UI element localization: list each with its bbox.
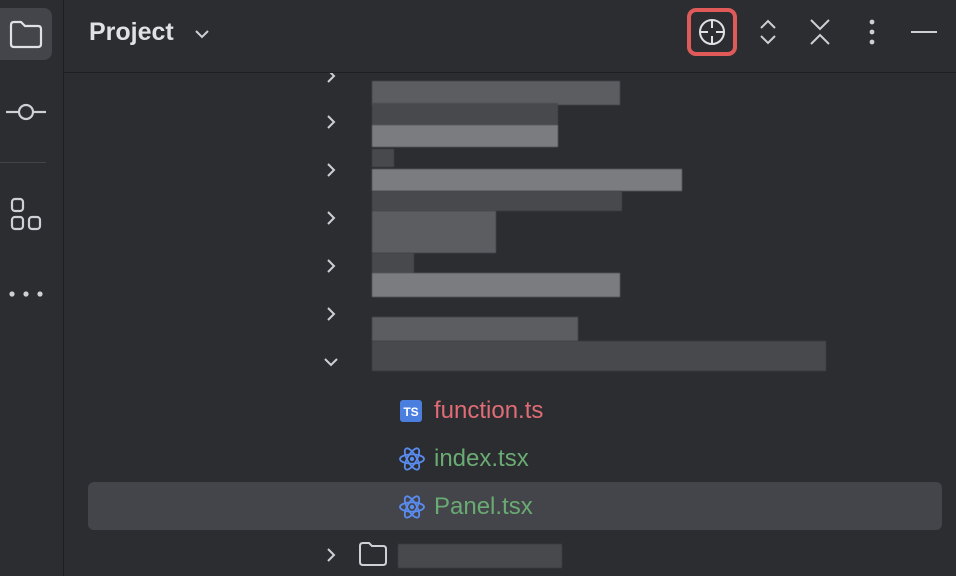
file-name: index.tsx xyxy=(434,445,529,472)
chevron-right-icon[interactable] xyxy=(322,209,340,227)
file-name: function.ts xyxy=(434,397,544,424)
project-header: Project xyxy=(64,0,956,73)
tree-row-file-function[interactable]: TS function.ts xyxy=(64,387,956,435)
more-tool-windows-button[interactable] xyxy=(0,268,52,320)
strip-divider xyxy=(0,162,46,163)
project-tree: TS function.ts index.tsx Panel.tsx xyxy=(64,73,956,576)
project-title[interactable]: Project xyxy=(89,18,174,47)
collapse-all-button[interactable] xyxy=(798,10,842,54)
expand-all-icon xyxy=(760,19,776,45)
structure-icon xyxy=(10,197,42,231)
crosshair-icon xyxy=(699,19,725,45)
expand-all-button[interactable] xyxy=(746,10,790,54)
more-vertical-icon xyxy=(869,19,875,45)
file-name: Panel.tsx xyxy=(434,493,533,520)
locate-file-button[interactable] xyxy=(687,8,737,56)
tree-row-file-panel-selected[interactable]: Panel.tsx xyxy=(88,482,942,530)
chevron-right-icon[interactable] xyxy=(322,113,340,131)
tree-row-file-index[interactable]: index.tsx xyxy=(64,435,956,483)
minimize-icon xyxy=(911,31,937,33)
obscured-content xyxy=(398,544,562,568)
hide-button[interactable] xyxy=(902,10,946,54)
project-tool-button[interactable] xyxy=(0,8,52,60)
typescript-file-icon: TS xyxy=(400,400,422,422)
commit-icon xyxy=(6,103,46,121)
chevron-right-icon[interactable] xyxy=(322,546,340,564)
folder-icon xyxy=(359,542,387,566)
chevron-right-icon[interactable] xyxy=(322,257,340,275)
chevron-down-icon[interactable] xyxy=(192,24,212,44)
more-horizontal-icon xyxy=(9,291,43,297)
chevron-right-icon[interactable] xyxy=(322,161,340,179)
chevron-right-icon[interactable] xyxy=(322,73,340,85)
chevron-down-icon[interactable] xyxy=(322,353,340,371)
tool-window-strip xyxy=(0,0,64,576)
tree-row-folder[interactable] xyxy=(64,531,956,576)
chevron-right-icon[interactable] xyxy=(322,305,340,323)
options-button[interactable] xyxy=(850,10,894,54)
folder-icon xyxy=(9,20,43,49)
commit-tool-button[interactable] xyxy=(0,86,52,138)
react-file-icon xyxy=(399,495,425,519)
react-file-icon xyxy=(399,447,425,471)
collapse-all-icon xyxy=(810,19,830,45)
structure-tool-button[interactable] xyxy=(0,188,52,240)
